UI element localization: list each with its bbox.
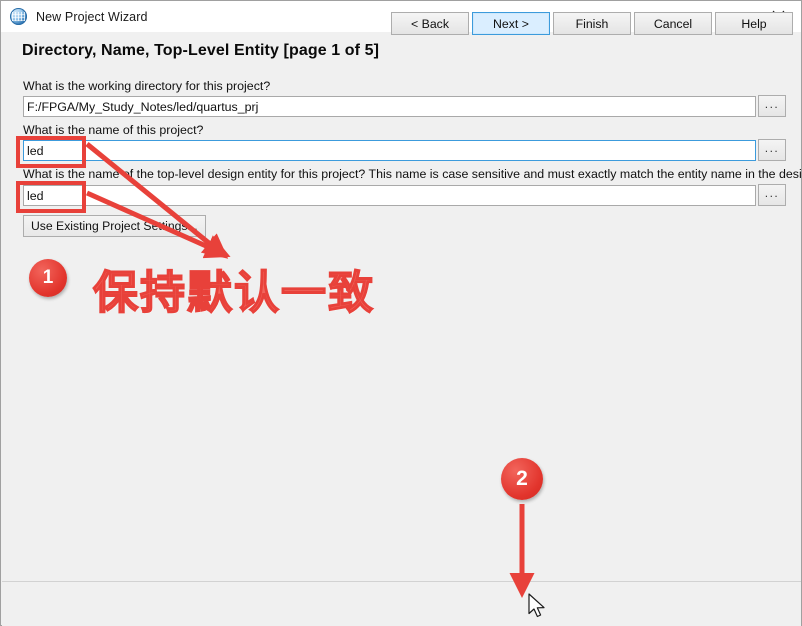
window-title: New Project Wizard [36,9,148,24]
back-button[interactable]: < Back [391,12,469,35]
finish-button[interactable]: Finish [553,12,631,35]
working-directory-browse-button[interactable]: ... [758,95,786,117]
next-button[interactable]: Next > [472,12,550,35]
project-name-browse-button[interactable]: ... [758,139,786,161]
help-button[interactable]: Help [715,12,793,35]
annotation-badge-1: 1 [29,259,67,297]
footer-bar [2,582,801,626]
working-directory-input[interactable] [23,96,756,117]
project-name-label: What is the name of this project? [23,123,204,137]
annotation-note-text: 保持默认一致 [92,265,376,320]
globe-icon [10,7,28,26]
use-existing-project-settings-button[interactable]: Use Existing Project Settings... [23,215,206,237]
project-name-input[interactable] [23,140,756,161]
top-level-entity-label: What is the name of the top-level design… [23,167,802,181]
cancel-button[interactable]: Cancel [634,12,712,35]
annotation-badge-2: 2 [501,458,543,500]
new-project-wizard-window: New Project Wizard Directory, Name, Top-… [0,0,802,626]
page-title: Directory, Name, Top-Level Entity [page … [22,42,380,59]
working-directory-label: What is the working directory for this p… [23,79,271,93]
top-level-entity-browse-button[interactable]: ... [758,184,786,206]
top-level-entity-input[interactable] [23,185,756,206]
